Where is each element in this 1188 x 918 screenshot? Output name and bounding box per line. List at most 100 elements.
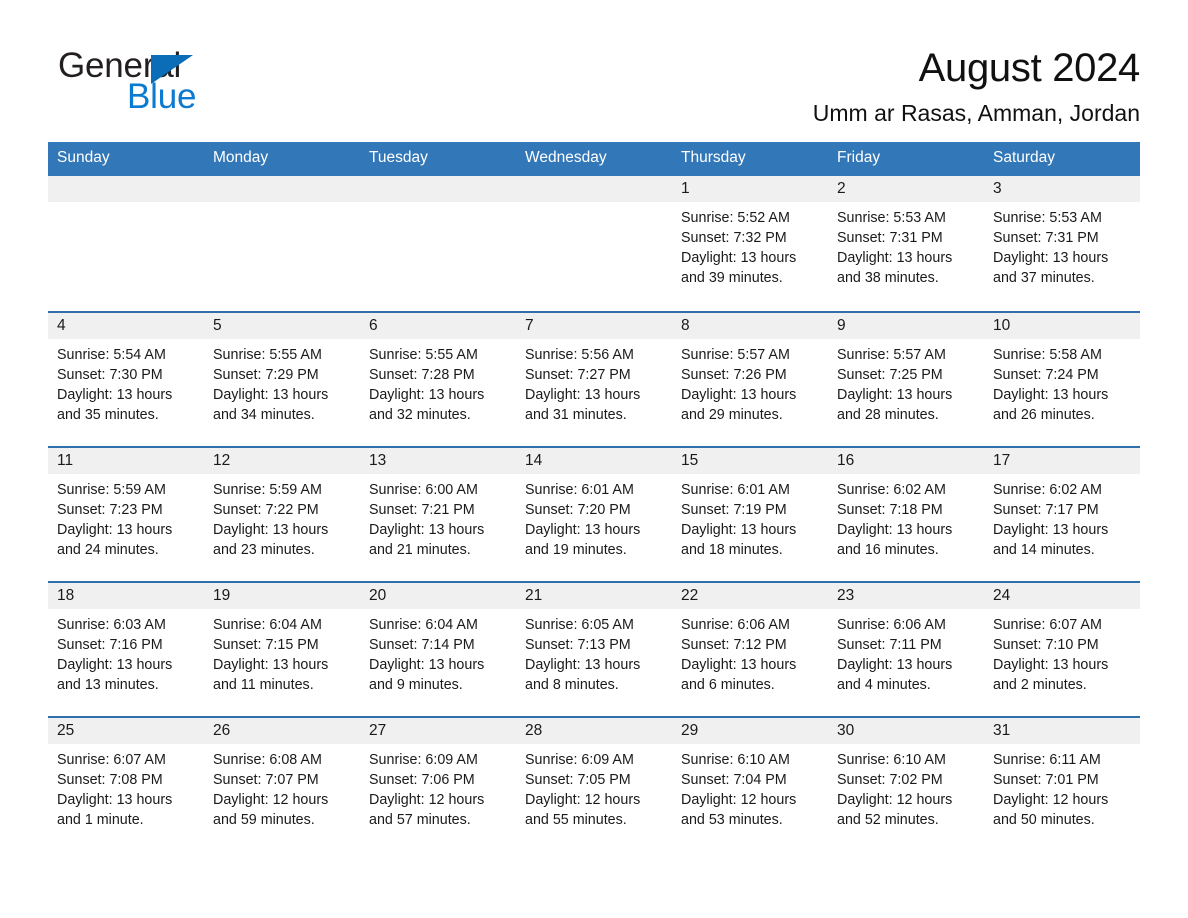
daylight-duration-line1: Daylight: 13 hours xyxy=(837,387,953,404)
calendar-grid: Sunday Monday Tuesday Wednesday Thursday… xyxy=(48,142,1140,851)
calendar-day-cell[interactable]: 10 Sunrise: 5:58 AM Sunset: 7:24 PM Dayligh… xyxy=(984,312,1140,446)
page-subtitle: Umm ar Rasas, Amman, Jordan xyxy=(812,99,1140,126)
day-number: 4 xyxy=(48,312,204,339)
sunset-time: Sunset: 7:02 PM xyxy=(837,771,943,788)
daylight-duration-line1: Daylight: 13 hours xyxy=(837,657,953,674)
daylight-duration-line2: and 26 minutes. xyxy=(993,407,1095,424)
calendar-day-cell[interactable]: 11 Sunrise: 5:59 AM Sunset: 7:23 PM Dayligh… xyxy=(48,447,204,581)
day-number: 10 xyxy=(984,312,1140,339)
day-number: 2 xyxy=(828,175,984,202)
day-number: 24 xyxy=(984,582,1140,609)
calendar-day-cell[interactable]: 31 Sunrise: 6:11 AM Sunset: 7:01 PM Dayligh… xyxy=(984,717,1140,851)
calendar-day-cell[interactable]: 5 Sunrise: 5:55 AM Sunset: 7:29 PM Daylight… xyxy=(204,312,360,446)
sunrise-time: Sunrise: 6:02 AM xyxy=(993,481,1102,498)
calendar-day-cell-empty xyxy=(204,175,360,311)
calendar-day-cell[interactable]: 23 Sunrise: 6:06 AM Sunset: 7:11 PM Dayligh… xyxy=(828,582,984,716)
calendar-day-cell[interactable]: 15 Sunrise: 6:01 AM Sunset: 7:19 PM Dayligh… xyxy=(672,447,828,581)
daylight-duration-line1: Daylight: 13 hours xyxy=(837,250,953,267)
day-number: 5 xyxy=(204,312,360,339)
page-header: General Blue August 2024 Umm ar Rasas, A… xyxy=(48,0,1140,126)
daylight-duration-line1: Daylight: 13 hours xyxy=(681,250,797,267)
day-details: Sunrise: 6:02 AM Sunset: 7:18 PM Daylight:… xyxy=(828,474,984,561)
calendar-day-cell[interactable]: 22 Sunrise: 6:06 AM Sunset: 7:12 PM Dayligh… xyxy=(672,582,828,716)
sunrise-time: Sunrise: 5:59 AM xyxy=(213,481,322,498)
sunset-time: Sunset: 7:31 PM xyxy=(837,229,943,246)
daylight-duration-line2: and 37 minutes. xyxy=(993,270,1095,287)
calendar-day-cell[interactable]: 13 Sunrise: 6:00 AM Sunset: 7:21 PM Dayligh… xyxy=(360,447,516,581)
calendar-day-cell-empty xyxy=(48,175,204,311)
calendar-day-cell[interactable]: 24 Sunrise: 6:07 AM Sunset: 7:10 PM Dayligh… xyxy=(984,582,1140,716)
weekday-tuesday: Tuesday xyxy=(369,149,428,167)
daylight-duration-line1: Daylight: 12 hours xyxy=(837,792,953,809)
calendar-day-cell-empty xyxy=(360,175,516,311)
calendar-day-cell[interactable]: 30 Sunrise: 6:10 AM Sunset: 7:02 PM Dayligh… xyxy=(828,717,984,851)
calendar-day-cell[interactable]: 20 Sunrise: 6:04 AM Sunset: 7:14 PM Dayligh… xyxy=(360,582,516,716)
calendar-week-row: 1 Sunrise: 5:52 AM Sunset: 7:32 PM Daylight… xyxy=(48,175,1140,311)
daylight-duration-line2: and 2 minutes. xyxy=(993,677,1087,694)
calendar-day-cell[interactable]: 26 Sunrise: 6:08 AM Sunset: 7:07 PM Dayligh… xyxy=(204,717,360,851)
daylight-duration-line1: Daylight: 13 hours xyxy=(681,657,797,674)
sunset-time: Sunset: 7:24 PM xyxy=(993,366,1099,383)
day-number: 6 xyxy=(360,312,516,339)
day-number: 25 xyxy=(48,717,204,744)
calendar-day-cell[interactable]: 25 Sunrise: 6:07 AM Sunset: 7:08 PM Dayligh… xyxy=(48,717,204,851)
daylight-duration-line2: and 21 minutes. xyxy=(369,542,471,559)
calendar-day-cell[interactable]: 4 Sunrise: 5:54 AM Sunset: 7:30 PM Daylight… xyxy=(48,312,204,446)
sunrise-time: Sunrise: 5:56 AM xyxy=(525,346,634,363)
calendar-day-cell[interactable]: 29 Sunrise: 6:10 AM Sunset: 7:04 PM Dayligh… xyxy=(672,717,828,851)
day-details: Sunrise: 5:53 AM Sunset: 7:31 PM Daylight:… xyxy=(984,202,1140,289)
calendar-day-cell[interactable]: 1 Sunrise: 5:52 AM Sunset: 7:32 PM Daylight… xyxy=(672,175,828,311)
calendar-day-cell[interactable]: 12 Sunrise: 5:59 AM Sunset: 7:22 PM Dayligh… xyxy=(204,447,360,581)
calendar-day-cell[interactable]: 21 Sunrise: 6:05 AM Sunset: 7:13 PM Dayligh… xyxy=(516,582,672,716)
calendar-week-row: 11 Sunrise: 5:59 AM Sunset: 7:23 PM Dayligh… xyxy=(48,445,1140,581)
calendar-day-cell[interactable]: 17 Sunrise: 6:02 AM Sunset: 7:17 PM Dayligh… xyxy=(984,447,1140,581)
sunrise-time: Sunrise: 6:02 AM xyxy=(837,481,946,498)
calendar-day-cell[interactable]: 6 Sunrise: 5:55 AM Sunset: 7:28 PM Daylight… xyxy=(360,312,516,446)
calendar-day-cell[interactable]: 8 Sunrise: 5:57 AM Sunset: 7:26 PM Daylight… xyxy=(672,312,828,446)
daylight-duration-line1: Daylight: 12 hours xyxy=(993,792,1109,809)
weekday-header-row: Sunday Monday Tuesday Wednesday Thursday… xyxy=(48,142,1140,176)
sunset-time: Sunset: 7:17 PM xyxy=(993,501,1099,518)
sunset-time: Sunset: 7:14 PM xyxy=(369,636,475,653)
day-details: Sunrise: 6:07 AM Sunset: 7:10 PM Daylight:… xyxy=(984,609,1140,696)
sunset-time: Sunset: 7:01 PM xyxy=(993,771,1099,788)
daylight-duration-line1: Daylight: 12 hours xyxy=(525,792,641,809)
calendar-day-cell[interactable]: 7 Sunrise: 5:56 AM Sunset: 7:27 PM Daylight… xyxy=(516,312,672,446)
daylight-duration-line1: Daylight: 13 hours xyxy=(57,657,173,674)
daylight-duration-line2: and 6 minutes. xyxy=(681,677,775,694)
daylight-duration-line1: Daylight: 13 hours xyxy=(57,387,173,404)
calendar-day-cell[interactable]: 19 Sunrise: 6:04 AM Sunset: 7:15 PM Dayligh… xyxy=(204,582,360,716)
daylight-duration-line1: Daylight: 13 hours xyxy=(525,522,641,539)
daylight-duration-line1: Daylight: 12 hours xyxy=(213,792,329,809)
calendar-day-cell[interactable]: 14 Sunrise: 6:01 AM Sunset: 7:20 PM Dayligh… xyxy=(516,447,672,581)
weekday-friday: Friday xyxy=(837,149,881,167)
sunrise-time: Sunrise: 6:01 AM xyxy=(681,481,790,498)
sunrise-time: Sunrise: 6:06 AM xyxy=(681,616,790,633)
calendar-day-cell[interactable]: 2 Sunrise: 5:53 AM Sunset: 7:31 PM Daylight… xyxy=(828,175,984,311)
daylight-duration-line2: and 14 minutes. xyxy=(993,542,1095,559)
sunset-time: Sunset: 7:27 PM xyxy=(525,366,631,383)
sunrise-time: Sunrise: 6:07 AM xyxy=(57,751,166,768)
calendar-week-row: 4 Sunrise: 5:54 AM Sunset: 7:30 PM Daylight… xyxy=(48,310,1140,446)
day-number: 3 xyxy=(984,175,1140,202)
daylight-duration-line2: and 13 minutes. xyxy=(57,677,159,694)
daylight-duration-line2: and 4 minutes. xyxy=(837,677,931,694)
calendar-day-cell[interactable]: 18 Sunrise: 6:03 AM Sunset: 7:16 PM Dayligh… xyxy=(48,582,204,716)
sunrise-time: Sunrise: 6:10 AM xyxy=(837,751,946,768)
calendar-day-cell[interactable]: 9 Sunrise: 5:57 AM Sunset: 7:25 PM Daylight… xyxy=(828,312,984,446)
day-details: Sunrise: 6:10 AM Sunset: 7:02 PM Daylight:… xyxy=(828,744,984,831)
calendar-day-cell[interactable]: 28 Sunrise: 6:09 AM Sunset: 7:05 PM Dayligh… xyxy=(516,717,672,851)
calendar-day-cell[interactable]: 16 Sunrise: 6:02 AM Sunset: 7:18 PM Dayligh… xyxy=(828,447,984,581)
daylight-duration-line1: Daylight: 13 hours xyxy=(369,387,485,404)
day-number: 11 xyxy=(48,447,204,474)
sunset-time: Sunset: 7:07 PM xyxy=(213,771,319,788)
sunset-time: Sunset: 7:26 PM xyxy=(681,366,787,383)
day-number xyxy=(360,175,516,202)
day-details: Sunrise: 5:59 AM Sunset: 7:22 PM Daylight:… xyxy=(204,474,360,561)
calendar-day-cell[interactable]: 27 Sunrise: 6:09 AM Sunset: 7:06 PM Dayligh… xyxy=(360,717,516,851)
day-details: Sunrise: 6:01 AM Sunset: 7:19 PM Daylight:… xyxy=(672,474,828,561)
day-number: 17 xyxy=(984,447,1140,474)
sunset-time: Sunset: 7:19 PM xyxy=(681,501,787,518)
calendar-day-cell[interactable]: 3 Sunrise: 5:53 AM Sunset: 7:31 PM Daylight… xyxy=(984,175,1140,311)
sunrise-time: Sunrise: 5:53 AM xyxy=(993,209,1102,226)
